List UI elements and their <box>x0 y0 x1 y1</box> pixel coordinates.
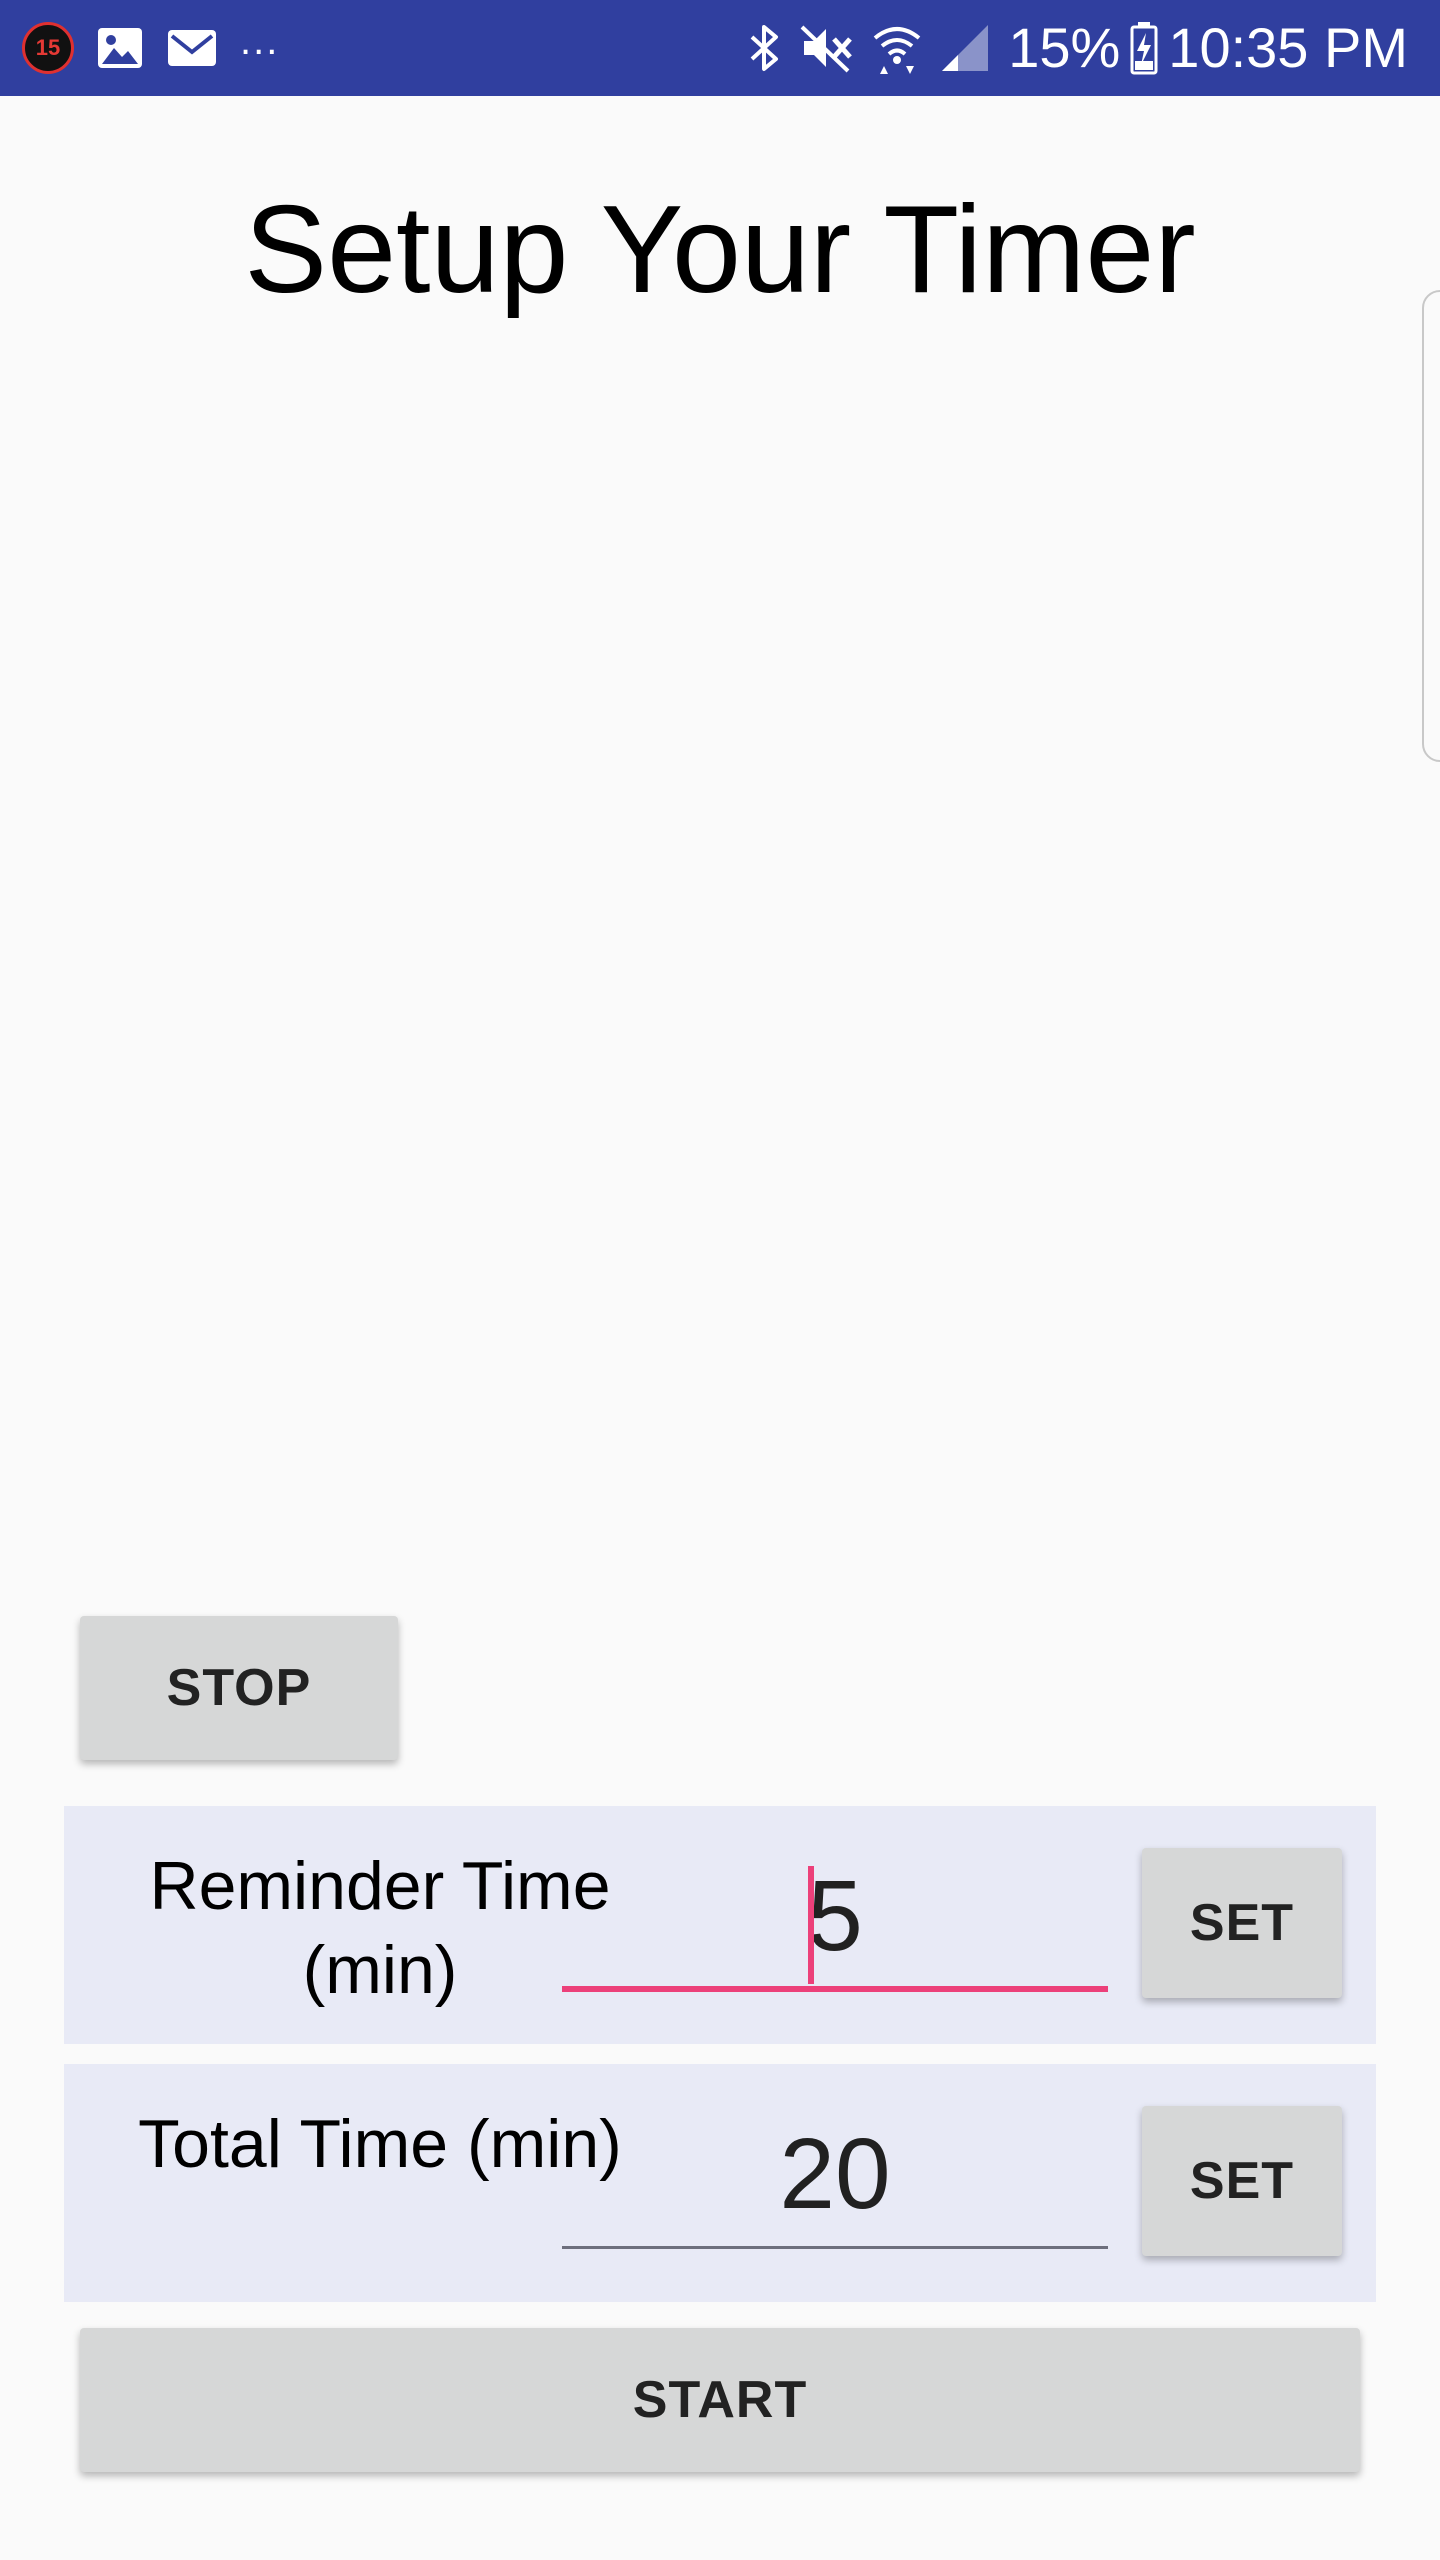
wifi-icon <box>872 22 922 74</box>
more-notifications-indicator: ... <box>240 19 280 63</box>
image-icon <box>96 26 144 70</box>
battery-charging-icon <box>1130 21 1158 75</box>
notification-count-icon: 15 <box>22 22 74 74</box>
total-time-row: Total Time (min) SET <box>64 2064 1376 2302</box>
status-bar-system: 15% 10:35 PM <box>748 14 1408 82</box>
edge-panel-handle[interactable] <box>1422 290 1440 762</box>
page-title: Setup Your Timer <box>244 181 1196 319</box>
battery-percent: 15% <box>1008 16 1121 79</box>
total-time-input[interactable] <box>562 2094 1108 2254</box>
clock: 10:35 PM <box>1168 16 1408 79</box>
reminder-time-underline <box>562 1986 1108 1992</box>
cell-signal-icon <box>940 23 990 73</box>
mail-icon <box>166 26 218 70</box>
bluetooth-icon <box>748 21 782 75</box>
status-bar: 15 ... 15% 10:35 PM <box>0 0 1440 96</box>
set-total-button[interactable]: SET <box>1142 2106 1342 2256</box>
stop-button[interactable]: STOP <box>80 1616 398 1760</box>
start-button[interactable]: START <box>80 2328 1360 2472</box>
status-bar-notifications: 15 ... <box>22 18 279 78</box>
text-cursor <box>808 1866 814 1984</box>
reminder-time-row: Reminder Time (min) SET <box>64 1806 1376 2044</box>
reminder-time-input[interactable] <box>562 1836 1108 1996</box>
total-time-underline <box>562 2246 1108 2249</box>
mute-icon <box>800 23 854 73</box>
set-reminder-button[interactable]: SET <box>1142 1848 1342 1998</box>
